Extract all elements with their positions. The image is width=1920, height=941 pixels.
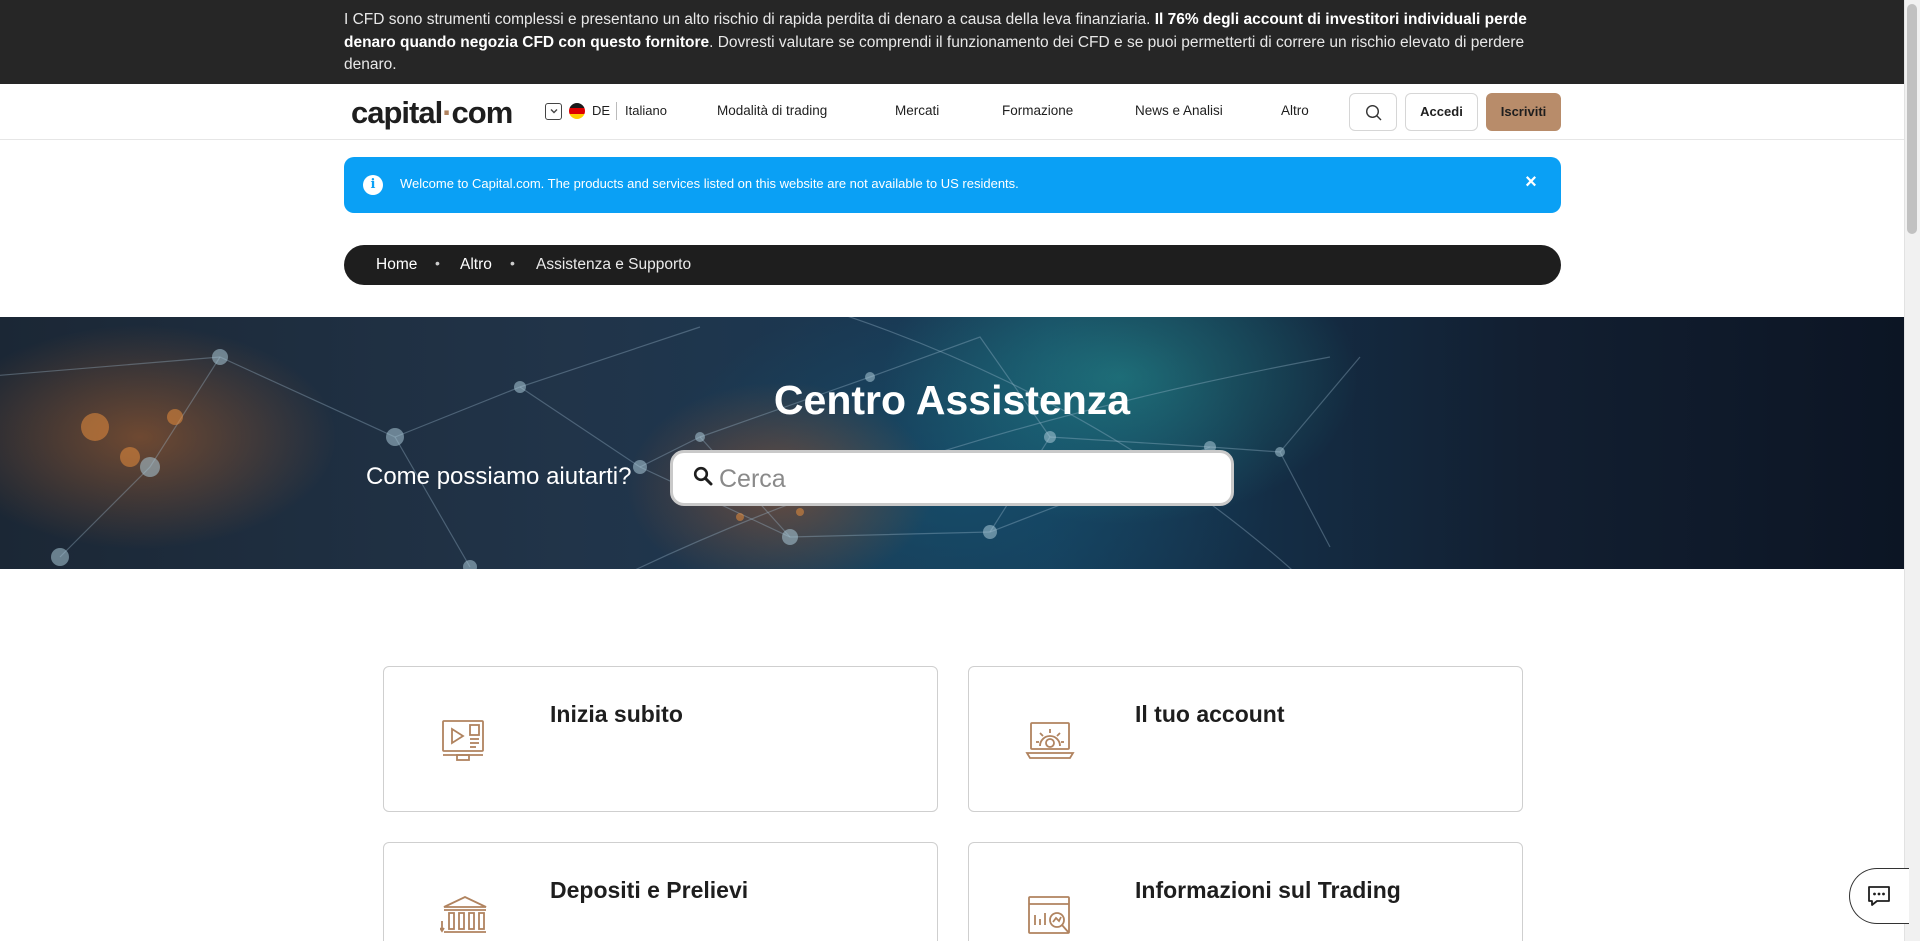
chat-button[interactable] <box>1849 868 1909 924</box>
breadcrumb-home[interactable]: Home <box>376 256 417 274</box>
signup-button[interactable]: Iscriviti <box>1486 93 1561 131</box>
us-residents-alert: i Welcome to Capital.com. The products a… <box>344 157 1561 213</box>
category-card-deposits-withdrawals[interactable]: Depositi e Prelievi <box>383 842 938 941</box>
site-header: capital·com DE Italiano Modalità di trad… <box>0 84 1904 140</box>
bank-transfer-icon <box>440 896 487 933</box>
monitor-play-icon <box>442 720 484 761</box>
logo-text-right: com <box>451 95 514 130</box>
logo-dot: · <box>442 95 452 130</box>
page-scrollbar-thumb[interactable] <box>1907 4 1917 234</box>
nav-education[interactable]: Formazione <box>1002 103 1073 118</box>
alert-message: Welcome to Capital.com. The products and… <box>400 176 1019 191</box>
nav-more[interactable]: Altro <box>1281 103 1309 118</box>
nav-news-analysis[interactable]: News e Analisi <box>1135 103 1223 118</box>
card-title: Informazioni sul Trading <box>1135 877 1401 903</box>
page-title: Centro Assistenza <box>773 377 1131 423</box>
germany-flag-icon <box>569 103 585 119</box>
help-search-box <box>670 450 1234 506</box>
card-title: Depositi e Prelievi <box>550 877 749 903</box>
breadcrumb-separator: • <box>435 255 440 271</box>
laptop-gear-icon <box>1025 722 1075 759</box>
language-code[interactable]: DE <box>592 103 610 118</box>
language-divider <box>616 102 617 120</box>
logo[interactable]: capital·com <box>351 95 514 131</box>
nav-markets[interactable]: Mercati <box>895 103 939 118</box>
network-background-image <box>0 317 1361 569</box>
search-icon <box>1365 104 1382 121</box>
risk-warning-banner: I CFD sono strumenti complessi e present… <box>0 0 1904 84</box>
login-button[interactable]: Accedi <box>1405 93 1478 131</box>
close-icon[interactable]: × <box>1520 171 1542 197</box>
breadcrumb: Home • Altro • Assistenza e Supporto <box>344 245 1561 285</box>
chart-magnifier-icon <box>1028 896 1070 934</box>
language-dropdown-icon[interactable] <box>545 103 562 120</box>
breadcrumb-separator: • <box>510 255 515 271</box>
info-icon: i <box>363 175 383 195</box>
nav-trading-modes[interactable]: Modalità di trading <box>717 103 827 118</box>
risk-text-intro: I CFD sono strumenti complessi e present… <box>344 11 1155 28</box>
help-search-input[interactable] <box>719 461 1209 497</box>
help-question-label: Come possiamo aiutarti? <box>366 463 632 490</box>
card-title: Inizia subito <box>550 701 683 727</box>
card-title: Il tuo account <box>1135 701 1285 727</box>
category-card-get-started[interactable]: Inizia subito <box>383 666 938 812</box>
category-card-trading-info[interactable]: Informazioni sul Trading <box>968 842 1523 941</box>
risk-warning-text: I CFD sono strumenti complessi e present… <box>344 9 1564 77</box>
header-search-button[interactable] <box>1349 93 1397 131</box>
breadcrumb-more[interactable]: Altro <box>460 256 492 274</box>
breadcrumb-current: Assistenza e Supporto <box>536 256 692 273</box>
language-name[interactable]: Italiano <box>625 103 667 118</box>
help-center-hero: Centro Assistenza Come possiamo aiutarti… <box>0 317 1904 569</box>
chat-icon <box>1868 886 1890 906</box>
category-card-your-account[interactable]: Il tuo account <box>968 666 1523 812</box>
logo-text-left: capital <box>351 95 443 130</box>
search-icon <box>693 466 713 486</box>
